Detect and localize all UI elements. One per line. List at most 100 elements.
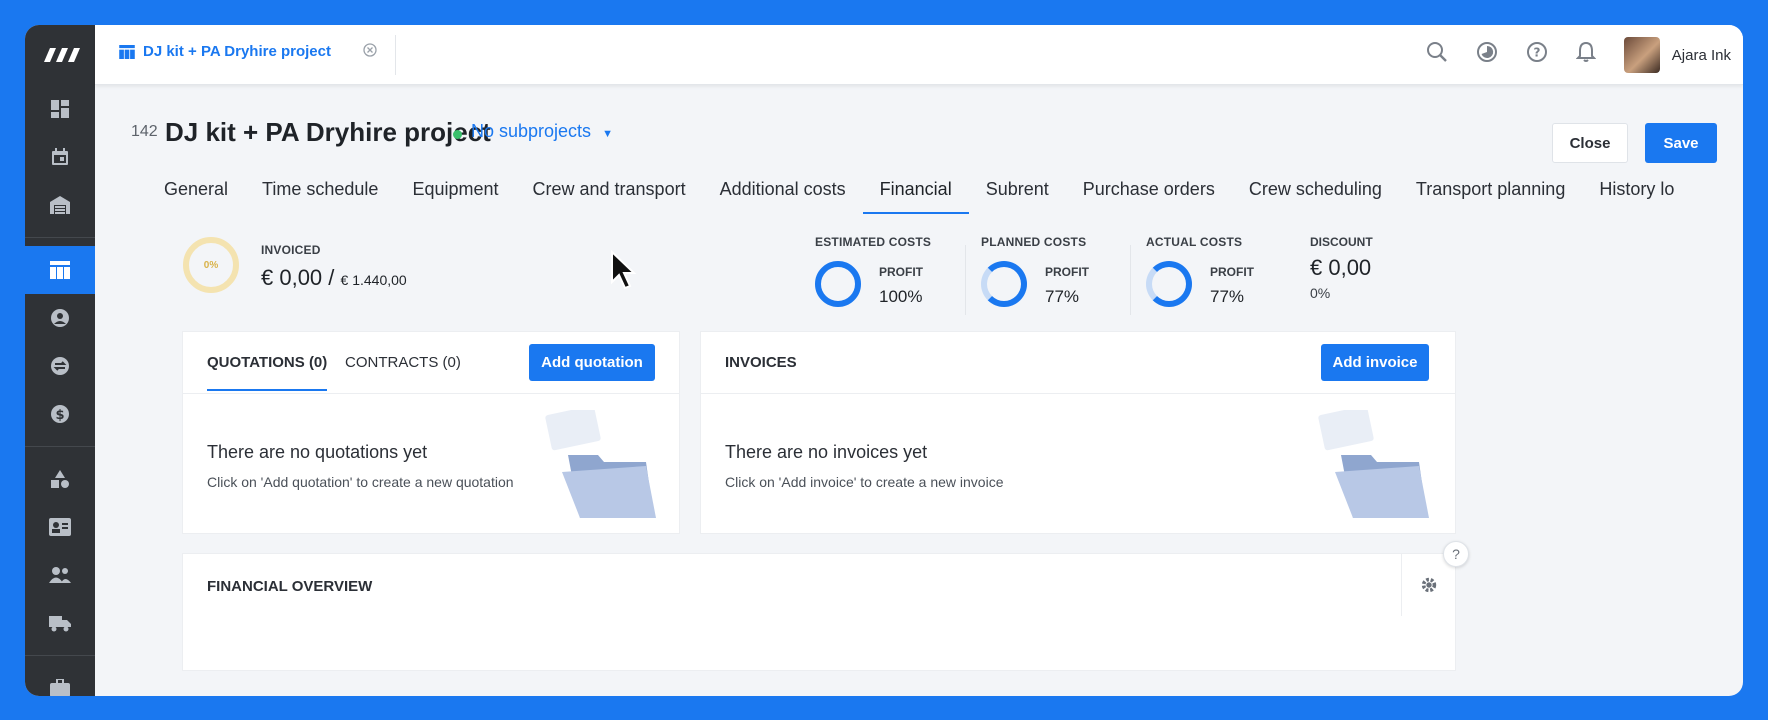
actual-profit-ring — [1146, 261, 1192, 307]
close-button[interactable]: Close — [1552, 123, 1628, 163]
project-tab-label: DJ kit + PA Dryhire project — [143, 43, 331, 60]
help-icon[interactable]: ? — [1443, 541, 1469, 567]
top-bar: DJ kit + PA Dryhire project ? Ajara Ink — [95, 25, 1743, 85]
warehouse-icon[interactable] — [25, 181, 95, 229]
timer-icon[interactable] — [1476, 41, 1498, 69]
circle-x-icon[interactable] — [363, 43, 377, 60]
invoices-card: INVOICES Add invoice There are no invoic… — [700, 331, 1456, 534]
estimated-costs: ESTIMATED COSTS PROFIT 100% — [815, 235, 931, 325]
actual-costs: ACTUAL COSTS PROFIT 77% — [1146, 235, 1254, 325]
planned-profit-ring — [981, 261, 1027, 307]
quotations-card: QUOTATIONS (0) CONTRACTS (0) Add quotati… — [182, 331, 680, 534]
planned-costs: PLANNED COSTS PROFIT 77% — [981, 235, 1089, 325]
add-invoice-button[interactable]: Add invoice — [1321, 344, 1429, 381]
sidebar: $ — [25, 25, 95, 696]
projects-tab-icon — [119, 44, 135, 59]
svg-text:$: $ — [55, 408, 64, 423]
estimated-costs-label: ESTIMATED COSTS — [815, 235, 932, 249]
caret-down-icon: ▼ — [602, 128, 613, 140]
tab-time-schedule[interactable]: Time schedule — [245, 179, 395, 214]
mouse-cursor-icon — [611, 250, 637, 290]
financial-summary: 0% INVOICED € 0,00 / € 1.440,00 ESTIMATE… — [95, 235, 1743, 345]
project-header: 142 DJ kit + PA Dryhire project No subpr… — [95, 85, 1743, 225]
profit-label: PROFIT — [1045, 265, 1089, 279]
project-number: 142 — [131, 123, 158, 140]
vcard-icon[interactable] — [25, 503, 95, 551]
page-title: DJ kit + PA Dryhire project — [165, 117, 491, 147]
crew-icon[interactable] — [25, 551, 95, 599]
search-icon[interactable] — [1426, 41, 1448, 69]
actual-profit-value: 77% — [1210, 287, 1245, 306]
user-name[interactable]: Ajara Ink — [1672, 47, 1731, 64]
quotations-empty-subtitle: Click on 'Add quotation' to create a new… — [207, 474, 514, 490]
tab-additional-costs[interactable]: Additional costs — [703, 179, 863, 214]
tab-history-log[interactable]: History lo — [1582, 179, 1691, 214]
calendar-icon[interactable] — [25, 133, 95, 181]
actual-costs-label: ACTUAL COSTS — [1146, 235, 1243, 249]
tab-financial[interactable]: Financial — [862, 179, 969, 214]
discount-amount: € 0,00 — [1310, 255, 1372, 280]
project-tab[interactable]: DJ kit + PA Dryhire project — [119, 43, 377, 60]
invoiced-progress-ring: 0% — [183, 237, 239, 293]
folder-illustration-icon — [1318, 410, 1429, 518]
subprojects-label: No subprojects — [471, 121, 592, 141]
avatar[interactable] — [1623, 37, 1660, 73]
tab-purchase-orders[interactable]: Purchase orders — [1066, 179, 1232, 214]
subprojects-dropdown[interactable]: No subprojects ▼ — [471, 121, 613, 142]
tab-crew-scheduling[interactable]: Crew scheduling — [1232, 179, 1399, 214]
sidebar-divider — [25, 446, 95, 447]
discount-pct: 0% — [1310, 285, 1331, 301]
financial-overview-card: FINANCIAL OVERVIEW — [182, 553, 1456, 671]
svg-text:?: ? — [1533, 46, 1540, 60]
tab-general[interactable]: General — [147, 179, 245, 214]
estimated-profit-value: 100% — [879, 287, 923, 306]
tab-transport-planning[interactable]: Transport planning — [1399, 179, 1582, 214]
discount-label: DISCOUNT — [1310, 235, 1373, 249]
summary-divider — [965, 245, 966, 315]
sidebar-divider — [25, 655, 95, 656]
estimated-profit-ring — [815, 261, 861, 307]
tab-divider — [395, 35, 396, 75]
exchange-icon[interactable] — [25, 342, 95, 390]
invoices-empty-title: There are no invoices yet — [725, 442, 928, 462]
app-window: $ DJ kit + PA Dryhire project ? Ajara In… — [25, 25, 1743, 696]
planned-profit-value: 77% — [1045, 287, 1080, 306]
projects-icon[interactable] — [25, 246, 95, 294]
invoices-title: INVOICES — [725, 354, 797, 371]
briefcase-icon[interactable] — [25, 664, 95, 696]
tab-contracts[interactable]: CONTRACTS (0) — [345, 354, 461, 371]
planned-costs-label: PLANNED COSTS — [981, 235, 1087, 249]
invoices-card-header: INVOICES Add invoice — [701, 332, 1455, 394]
invoiced-amount: € 0,00 / € 1.440,00 — [261, 265, 407, 291]
invoiced-label: INVOICED — [261, 243, 321, 257]
app-logo[interactable] — [25, 25, 95, 85]
invoiced-pct: 0% — [203, 259, 219, 271]
tab-crew-and-transport[interactable]: Crew and transport — [516, 179, 703, 214]
invoiced-value: € 0,00 / — [261, 265, 341, 290]
save-button[interactable]: Save — [1645, 123, 1717, 163]
sidebar-divider — [25, 237, 95, 238]
tab-equipment[interactable]: Equipment — [395, 179, 515, 214]
quotations-empty-title: There are no quotations yet — [207, 442, 428, 462]
bell-icon[interactable] — [1575, 41, 1597, 69]
folder-illustration-icon — [545, 410, 656, 518]
truck-icon[interactable] — [25, 599, 95, 647]
tab-quotations[interactable]: QUOTATIONS (0) — [207, 354, 328, 391]
project-tabs: General Time schedule Equipment Crew and… — [147, 179, 1717, 214]
finance-icon[interactable]: $ — [25, 390, 95, 438]
invoices-empty-subtitle: Click on 'Add invoice' to create a new i… — [725, 474, 1004, 490]
status-dot — [453, 130, 462, 139]
profit-label: PROFIT — [879, 265, 923, 279]
invoiced-total: € 1.440,00 — [340, 272, 407, 288]
summary-divider — [1130, 245, 1131, 315]
add-quotation-button[interactable]: Add quotation — [529, 344, 655, 381]
shapes-icon[interactable] — [25, 455, 95, 503]
profit-label: PROFIT — [1210, 265, 1254, 279]
financial-overview-title: FINANCIAL OVERVIEW — [207, 578, 373, 595]
contacts-icon[interactable] — [25, 294, 95, 342]
dashboard-icon[interactable] — [25, 85, 95, 133]
top-actions: ? Ajara Ink — [1426, 37, 1731, 73]
quotations-card-header: QUOTATIONS (0) CONTRACTS (0) Add quotati… — [183, 332, 679, 394]
tab-subrent[interactable]: Subrent — [969, 179, 1066, 214]
help-icon[interactable]: ? — [1526, 41, 1548, 69]
